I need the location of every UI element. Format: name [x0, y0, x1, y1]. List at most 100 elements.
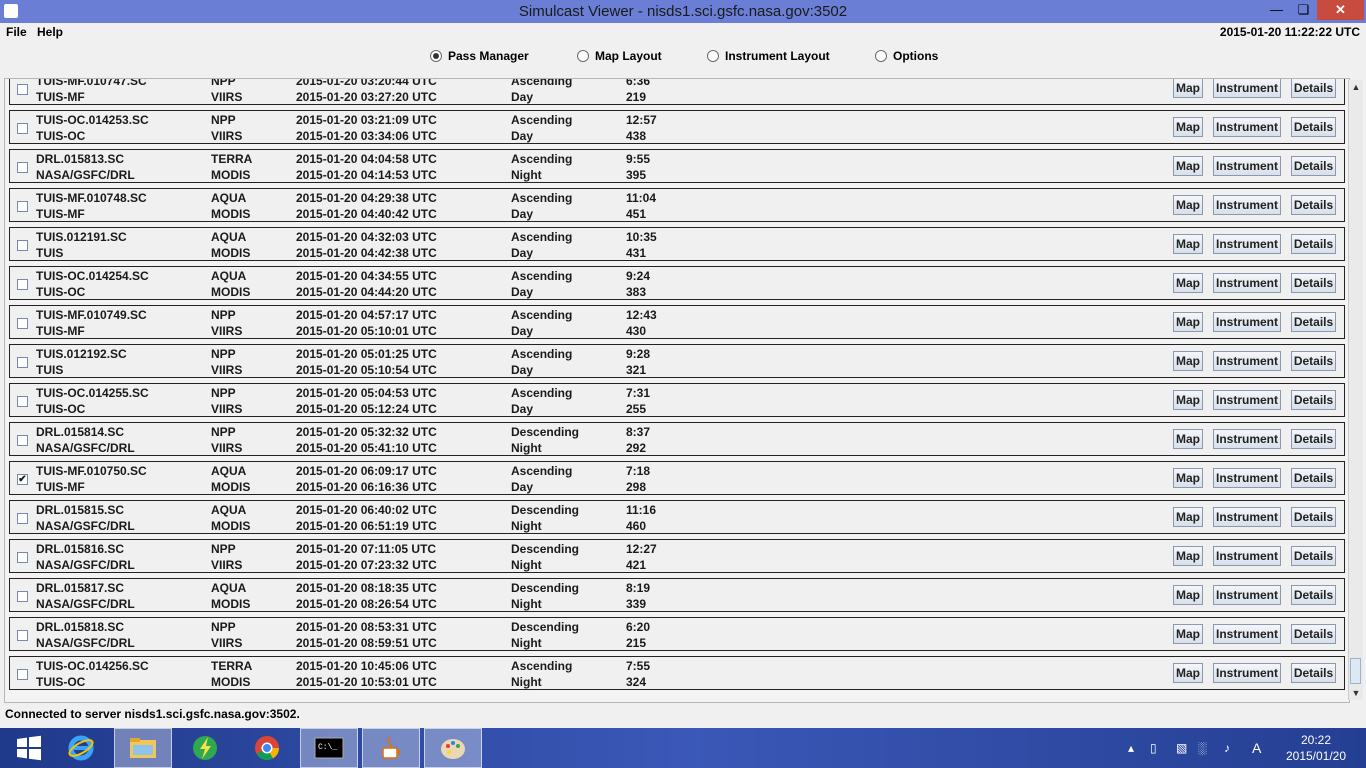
maximize-button[interactable]: ❏ [1290, 0, 1317, 20]
pass-select-checkbox[interactable] [17, 201, 28, 212]
menu-help[interactable]: Help [37, 25, 63, 39]
pass-select-checkbox[interactable] [17, 240, 28, 251]
tab-instrument-layout[interactable]: Instrument Layout [707, 49, 830, 63]
details-button[interactable]: Details [1291, 663, 1336, 683]
details-button[interactable]: Details [1291, 624, 1336, 644]
tab-label: Instrument Layout [725, 49, 830, 63]
show-hidden-icons[interactable]: ▴ [1128, 728, 1134, 768]
details-button[interactable]: Details [1291, 273, 1336, 293]
instrument-button[interactable]: Instrument [1213, 585, 1281, 605]
taskbar-paint[interactable] [424, 728, 482, 768]
taskbar-ie[interactable] [52, 728, 110, 768]
map-button[interactable]: Map [1173, 546, 1203, 566]
instrument-button[interactable]: Instrument [1213, 234, 1281, 254]
taskbar-java[interactable] [362, 728, 420, 768]
taskbar-command-prompt[interactable]: C:\_ [300, 728, 358, 768]
radio-icon[interactable] [707, 50, 719, 62]
instrument-button[interactable]: Instrument [1213, 195, 1281, 215]
map-button[interactable]: Map [1173, 507, 1203, 527]
instrument-button[interactable]: Instrument [1213, 507, 1281, 527]
pass-duration-cell: 12:43 430 [626, 307, 657, 339]
pass-daynight: Night [511, 636, 542, 650]
map-button[interactable]: Map [1173, 312, 1203, 332]
tab-pass-manager[interactable]: Pass Manager [430, 49, 529, 63]
minimize-button[interactable]: — [1263, 0, 1290, 20]
tab-options[interactable]: Options [875, 49, 938, 63]
instrument-button[interactable]: Instrument [1213, 468, 1281, 488]
ime-indicator[interactable]: A [1252, 728, 1261, 768]
network-disconnected-icon[interactable]: ▧ [1176, 728, 1187, 768]
taskbar-clock[interactable]: 20:22 2015/01/20 [1276, 732, 1356, 764]
scroll-thumb[interactable] [1350, 658, 1361, 684]
details-button[interactable]: Details [1291, 507, 1336, 527]
pass-select-checkbox[interactable] [17, 630, 28, 641]
details-button[interactable]: Details [1291, 117, 1336, 137]
taskbar-chrome[interactable] [238, 728, 296, 768]
instrument-button[interactable]: Instrument [1213, 156, 1281, 176]
pass-select-checkbox[interactable] [17, 123, 28, 134]
instrument-button[interactable]: Instrument [1213, 390, 1281, 410]
signal-icon[interactable]: ░ [1198, 728, 1207, 768]
map-button[interactable]: Map [1173, 390, 1203, 410]
taskbar-app-green[interactable] [176, 728, 234, 768]
pass-select-checkbox[interactable] [17, 513, 28, 524]
volume-icon[interactable]: ♪ [1224, 728, 1230, 768]
radio-icon[interactable] [875, 50, 887, 62]
map-button[interactable]: Map [1173, 624, 1203, 644]
instrument-button[interactable]: Instrument [1213, 546, 1281, 566]
details-button[interactable]: Details [1291, 351, 1336, 371]
map-button[interactable]: Map [1173, 468, 1203, 488]
details-button[interactable]: Details [1291, 234, 1336, 254]
scroll-down-icon[interactable]: ▼ [1349, 686, 1363, 700]
tab-map-layout[interactable]: Map Layout [577, 49, 662, 63]
instrument-button[interactable]: Instrument [1213, 79, 1281, 98]
pass-select-checkbox[interactable] [17, 357, 28, 368]
pass-select-checkbox[interactable] [17, 396, 28, 407]
scroll-up-icon[interactable]: ▲ [1349, 80, 1363, 94]
pass-satellite: NPP [211, 308, 236, 322]
map-button[interactable]: Map [1173, 79, 1203, 98]
map-button[interactable]: Map [1173, 351, 1203, 371]
vertical-scrollbar[interactable]: ▲ ▼ [1348, 80, 1363, 700]
details-button[interactable]: Details [1291, 156, 1336, 176]
details-button[interactable]: Details [1291, 390, 1336, 410]
map-button[interactable]: Map [1173, 117, 1203, 137]
details-button[interactable]: Details [1291, 195, 1336, 215]
taskbar-file-explorer[interactable] [114, 728, 172, 768]
map-button[interactable]: Map [1173, 429, 1203, 449]
start-button[interactable] [0, 728, 58, 768]
instrument-button[interactable]: Instrument [1213, 312, 1281, 332]
map-button[interactable]: Map [1173, 156, 1203, 176]
pass-select-checkbox[interactable] [17, 591, 28, 602]
instrument-button[interactable]: Instrument [1213, 429, 1281, 449]
pass-select-checkbox[interactable]: ✔ [17, 474, 28, 485]
pass-select-checkbox[interactable] [17, 552, 28, 563]
instrument-button[interactable]: Instrument [1213, 351, 1281, 371]
details-button[interactable]: Details [1291, 312, 1336, 332]
map-button[interactable]: Map [1173, 585, 1203, 605]
details-button[interactable]: Details [1291, 468, 1336, 488]
battery-icon[interactable]: ▯ [1150, 728, 1157, 768]
instrument-button[interactable]: Instrument [1213, 117, 1281, 137]
menu-file[interactable]: File [6, 25, 27, 39]
pass-select-checkbox[interactable] [17, 84, 28, 95]
pass-select-checkbox[interactable] [17, 318, 28, 329]
details-button[interactable]: Details [1291, 585, 1336, 605]
radio-icon[interactable] [430, 50, 442, 62]
instrument-button[interactable]: Instrument [1213, 624, 1281, 644]
map-button[interactable]: Map [1173, 234, 1203, 254]
map-button[interactable]: Map [1173, 663, 1203, 683]
details-button[interactable]: Details [1291, 79, 1336, 98]
radio-icon[interactable] [577, 50, 589, 62]
map-button[interactable]: Map [1173, 195, 1203, 215]
pass-select-checkbox[interactable] [17, 279, 28, 290]
instrument-button[interactable]: Instrument [1213, 663, 1281, 683]
details-button[interactable]: Details [1291, 429, 1336, 449]
map-button[interactable]: Map [1173, 273, 1203, 293]
pass-select-checkbox[interactable] [17, 162, 28, 173]
pass-select-checkbox[interactable] [17, 435, 28, 446]
pass-select-checkbox[interactable] [17, 669, 28, 680]
instrument-button[interactable]: Instrument [1213, 273, 1281, 293]
details-button[interactable]: Details [1291, 546, 1336, 566]
close-button[interactable]: ✕ [1317, 0, 1364, 20]
